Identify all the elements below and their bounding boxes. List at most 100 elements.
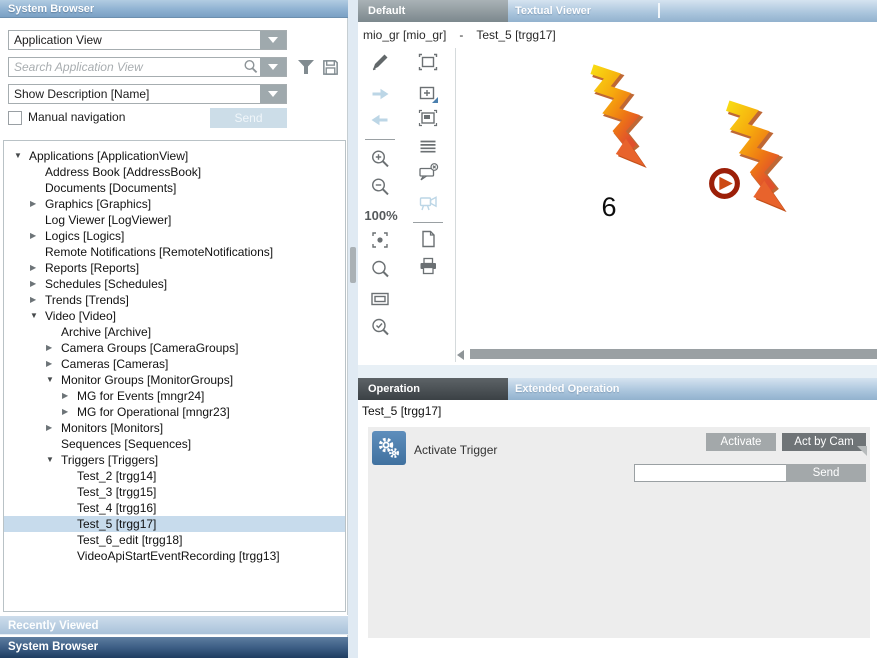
zoom-out-icon (369, 176, 391, 198)
search-options-arrow-button[interactable] (260, 58, 286, 76)
scroll-left-arrow[interactable] (457, 350, 464, 360)
tree-item[interactable]: ▶Logics [Logics] (4, 228, 345, 244)
tree-item[interactable]: Test_2 [trgg14] (4, 468, 345, 484)
tree-item[interactable]: ▼Video [Video] (4, 308, 345, 324)
act-by-cam-button[interactable]: Act by Cam (782, 433, 866, 451)
tab-operation[interactable]: Operation (358, 378, 508, 400)
chevron-collapsed-icon[interactable]: ▶ (30, 292, 45, 308)
gears-icon (375, 434, 403, 462)
chevron-expanded-icon[interactable]: ▼ (14, 148, 29, 164)
search-icon[interactable] (242, 58, 260, 76)
tree-item[interactable]: Archive [Archive] (4, 324, 345, 340)
tree-item[interactable]: ▼Monitor Groups [MonitorGroups] (4, 372, 345, 388)
center-view-icon (369, 229, 391, 251)
manual-navigation-checkbox[interactable] (8, 111, 22, 125)
tree-item[interactable]: ▶MG for Events [mngr24] (4, 388, 345, 404)
page-button[interactable] (416, 227, 440, 251)
remove-callout-button[interactable] (416, 160, 440, 184)
tree-item[interactable]: ▶Cameras [Cameras] (4, 356, 345, 372)
selection-frame-button[interactable] (416, 50, 440, 74)
chevron-collapsed-icon[interactable]: ▶ (46, 356, 61, 372)
zoom-selection-button[interactable] (416, 106, 440, 130)
tree-item[interactable]: Test_6_edit [trgg18] (4, 532, 345, 548)
save-search-button[interactable] (318, 55, 342, 79)
zoom-confirm-button[interactable] (368, 315, 392, 339)
navigate-back-button[interactable] (368, 108, 392, 132)
tree-item[interactable]: VideoApiStartEventRecording [trgg13] (4, 548, 345, 564)
chevron-expanded-icon[interactable]: ▼ (46, 452, 61, 468)
view-selector-arrow-button[interactable] (260, 31, 286, 49)
description-selector-arrow-button[interactable] (260, 85, 286, 103)
tab-textual-viewer[interactable]: Textual Viewer (515, 0, 591, 22)
zoom-level-value: 100% (360, 208, 402, 223)
tree-item[interactable]: Remote Notifications [RemoteNotification… (4, 244, 345, 260)
chevron-expanded-icon[interactable]: ▼ (46, 372, 61, 388)
tree-item-label: Sequences [Sequences] (61, 436, 191, 452)
breadcrumb-source[interactable]: mio_gr [mio_gr] (363, 28, 446, 42)
lightning-bolt-icon[interactable] (570, 60, 648, 170)
tree-item[interactable]: Sequences [Sequences] (4, 436, 345, 452)
tab-extended-operation[interactable]: Extended Operation (515, 378, 620, 400)
print-button[interactable] (416, 254, 440, 278)
page-icon (417, 228, 439, 250)
activate-button[interactable]: Activate (706, 433, 776, 451)
camera-button[interactable] (416, 190, 440, 214)
magnifier-button[interactable] (368, 257, 392, 281)
layers-button[interactable] (416, 134, 440, 158)
tab-default[interactable]: Default (358, 0, 508, 22)
tree-item[interactable]: Log Viewer [LogViewer] (4, 212, 345, 228)
tree-item-label: Log Viewer [LogViewer] (45, 212, 171, 228)
horizontal-scrollbar[interactable] (470, 349, 877, 359)
zoom-out-button[interactable] (368, 175, 392, 199)
chevron-collapsed-icon[interactable]: ▶ (30, 228, 45, 244)
tree-item[interactable]: ▼Triggers [Triggers] (4, 452, 345, 468)
tree-item-label: Camera Groups [CameraGroups] (61, 340, 238, 356)
center-view-button[interactable] (368, 228, 392, 252)
pan-crosshair-button[interactable] (416, 82, 440, 106)
command-value-input[interactable] (634, 464, 788, 482)
chevron-collapsed-icon[interactable]: ▶ (46, 340, 61, 356)
trigger-command-button[interactable] (372, 431, 406, 465)
filter-button[interactable] (294, 55, 318, 79)
navigate-forward-button[interactable] (368, 82, 392, 106)
tree-item[interactable]: ▶Monitors [Monitors] (4, 420, 345, 436)
tree-item[interactable]: ▶Trends [Trends] (4, 292, 345, 308)
tree-item[interactable]: ▶Graphics [Graphics] (4, 196, 345, 212)
tree-item[interactable]: ▶MG for Operational [mngr23] (4, 404, 345, 420)
breadcrumb-target[interactable]: Test_5 [trgg17] (476, 28, 555, 42)
breadcrumb: mio_gr [mio_gr] - Test_5 [trgg17] (363, 28, 556, 42)
description-selector-dropdown[interactable]: Show Description [Name] (8, 84, 287, 104)
splitter-thumb[interactable] (350, 247, 356, 283)
tree-item[interactable]: Test_4 [trgg16] (4, 500, 345, 516)
corner-fold-icon (857, 446, 867, 456)
tree-item[interactable]: Test_3 [trgg15] (4, 484, 345, 500)
search-input[interactable] (9, 59, 242, 75)
navigation-send-button[interactable]: Send (210, 108, 287, 128)
tree-item[interactable]: Documents [Documents] (4, 180, 345, 196)
bolt-count-label: 6 (592, 192, 626, 223)
trigger-badge-icon[interactable] (707, 166, 742, 201)
chevron-collapsed-icon[interactable]: ▶ (62, 388, 77, 404)
layers-icon (417, 135, 439, 157)
view-selector-dropdown[interactable]: Application View (8, 30, 287, 50)
chevron-collapsed-icon[interactable]: ▶ (30, 276, 45, 292)
command-send-button[interactable]: Send (786, 464, 866, 482)
chevron-collapsed-icon[interactable]: ▶ (62, 404, 77, 420)
tree-item[interactable]: Address Book [AddressBook] (4, 164, 345, 180)
chevron-expanded-icon[interactable]: ▼ (30, 308, 45, 324)
tree-item[interactable]: Test_5 [trgg17] (4, 516, 345, 532)
tree-item[interactable]: ▶Camera Groups [CameraGroups] (4, 340, 345, 356)
system-browser-bar[interactable]: System Browser (0, 637, 348, 658)
tree-item[interactable]: ▼Applications [ApplicationView] (4, 148, 345, 164)
edit-pen-button[interactable] (368, 50, 392, 74)
recently-viewed-bar[interactable]: Recently Viewed (0, 615, 348, 635)
tree-item[interactable]: ▶Reports [Reports] (4, 260, 345, 276)
tree-item[interactable]: ▶Schedules [Schedules] (4, 276, 345, 292)
chevron-collapsed-icon[interactable]: ▶ (46, 420, 61, 436)
chevron-collapsed-icon[interactable]: ▶ (30, 196, 45, 212)
chevron-collapsed-icon[interactable]: ▶ (30, 260, 45, 276)
fit-view-button[interactable] (368, 287, 392, 311)
panel-splitter[interactable] (348, 0, 358, 658)
pen-icon (369, 51, 391, 73)
zoom-in-button[interactable] (368, 147, 392, 171)
